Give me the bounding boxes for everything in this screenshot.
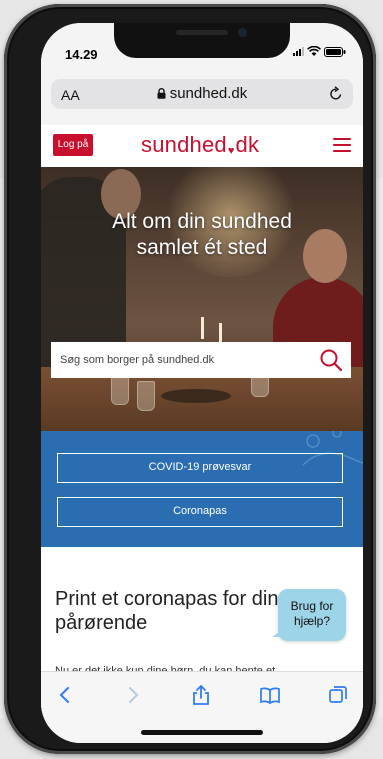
status-time: 14.29 — [65, 47, 98, 62]
wifi-icon — [307, 46, 321, 56]
site-logo[interactable]: sundhed♥dk — [141, 132, 259, 158]
hero-candle — [201, 317, 204, 339]
heart-icon: ♥ — [227, 145, 235, 157]
quick-links-band: COVID-19 prøvesvar Coronapas — [41, 431, 363, 547]
share-icon[interactable] — [190, 684, 212, 706]
phone-frame: 14.29 AA sundhed.dk Log på sundhed♥dk Al… — [4, 4, 376, 754]
tabs-icon[interactable] — [327, 684, 349, 706]
help-label-line2: hjælp? — [293, 614, 331, 628]
hamburger-menu-icon[interactable] — [333, 138, 351, 153]
hero-plate — [161, 389, 231, 403]
url-display[interactable]: sundhed.dk — [51, 85, 353, 102]
site-header: Log på sundhed♥dk — [41, 125, 363, 167]
search-icon[interactable] — [319, 348, 343, 372]
search-bar — [51, 342, 351, 378]
covid-test-results-button[interactable]: COVID-19 prøvesvar — [57, 453, 343, 483]
help-label-line1: Brug for — [290, 599, 334, 613]
battery-icon — [324, 47, 346, 57]
lock-icon — [157, 88, 166, 99]
forward-icon[interactable] — [122, 684, 144, 706]
back-icon[interactable] — [54, 684, 76, 706]
search-input[interactable] — [51, 342, 310, 378]
help-chat-button[interactable]: Brug for hjælp? — [272, 589, 346, 641]
coronapas-button[interactable]: Coronapas — [57, 497, 343, 527]
hero-title-line2: samlet ét sted — [136, 236, 268, 259]
hero-glass — [111, 375, 129, 405]
section-heading[interactable]: Print et coronapas for dine pårørende — [55, 587, 295, 635]
signal-icon — [293, 47, 304, 56]
hero-title: Alt om din sundhed samlet ét sted — [41, 209, 363, 261]
browser-address-bar: AA sundhed.dk — [41, 65, 363, 126]
home-indicator[interactable] — [141, 730, 263, 735]
phone-screen: 14.29 AA sundhed.dk Log på sundhed♥dk Al… — [41, 23, 363, 743]
logo-text-right: dk — [235, 132, 260, 157]
notch — [114, 23, 290, 58]
front-camera — [238, 28, 247, 37]
hero-title-line1: Alt om din sundhed — [112, 210, 292, 233]
logo-text-left: sundhed — [141, 132, 227, 157]
url-field[interactable]: AA sundhed.dk — [51, 79, 353, 109]
bookmarks-icon[interactable] — [259, 684, 281, 706]
login-button[interactable]: Log på — [53, 134, 93, 156]
hero-glass — [137, 381, 155, 411]
reload-icon[interactable] — [329, 86, 343, 101]
speaker — [176, 30, 228, 35]
browser-toolbar — [41, 671, 363, 743]
url-text: sundhed.dk — [169, 85, 248, 102]
hero-banner: Alt om din sundhed samlet ét sted — [41, 167, 363, 431]
